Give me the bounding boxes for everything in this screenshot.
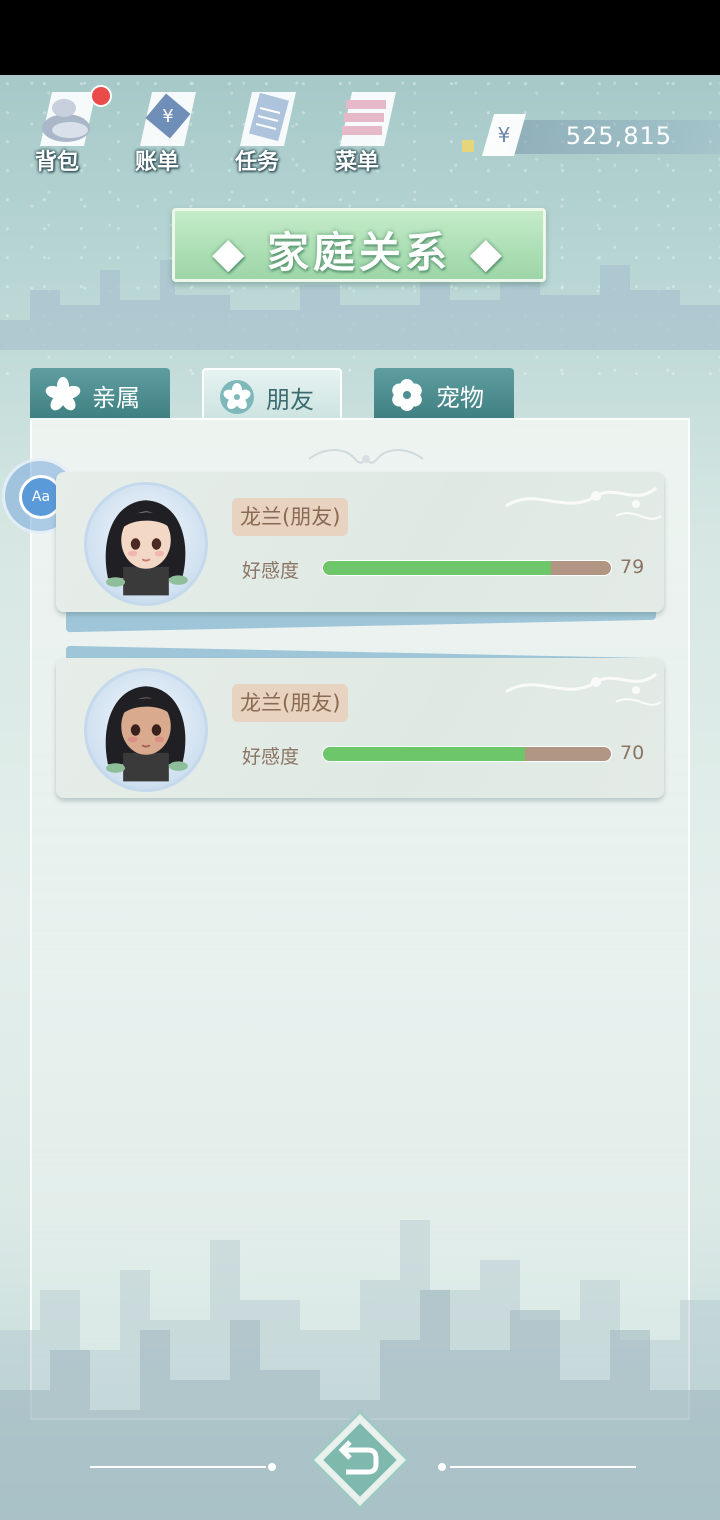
girl-avatar-icon <box>105 686 188 782</box>
yen-icon: ¥ <box>482 114 526 156</box>
tab-friends[interactable]: 朋友 <box>202 368 342 420</box>
decorative-line <box>90 1463 276 1471</box>
favor-value: 70 <box>620 742 645 764</box>
nav-backpack-label: 背包 <box>34 150 79 175</box>
avatar <box>84 482 208 606</box>
svg-text:¥: ¥ <box>162 106 173 127</box>
sakura-icon <box>45 377 81 411</box>
floral-decoration <box>505 672 662 706</box>
nav-menu-label: 菜单 <box>334 150 379 175</box>
back-button[interactable] <box>308 1408 412 1512</box>
status-bar <box>0 0 720 75</box>
flower-icon <box>392 379 422 411</box>
money-display: ¥ 525,815 <box>460 110 720 170</box>
favor-label: 好感度 <box>242 560 300 582</box>
coin-marker <box>462 140 474 152</box>
notification-dot <box>90 85 112 107</box>
tab-friends-label: 朋友 <box>266 386 314 414</box>
favor-bar <box>322 746 612 762</box>
money-value: 525,815 <box>565 122 672 150</box>
decorative-line <box>438 1463 636 1471</box>
tab-relatives-label: 亲属 <box>92 384 140 412</box>
page-title-banner: ◆ 家庭关系 ◆ <box>172 208 546 282</box>
ornament-divider <box>308 449 424 464</box>
flower-icon <box>220 380 254 414</box>
favor-bar <box>322 560 612 576</box>
friend-name: 龙兰(朋友) <box>232 498 349 536</box>
tab-pets-label: 宠物 <box>436 384 484 412</box>
favor-label: 好感度 <box>242 746 300 768</box>
girl-avatar-icon <box>105 500 188 596</box>
friend-card[interactable]: 龙兰(朋友) 好感度 79 <box>56 472 664 633</box>
task-icon <box>240 92 296 146</box>
tab-relatives[interactable]: 亲属 <box>30 368 170 420</box>
floral-decoration <box>505 486 662 520</box>
friend-card[interactable]: 龙兰(朋友) 好感度 70 <box>56 645 664 799</box>
favor-bar-fill <box>323 561 551 575</box>
page-title: ◆ 家庭关系 ◆ <box>212 228 506 277</box>
back-arrow-icon <box>309 1409 411 1511</box>
menu-icon <box>340 92 396 146</box>
nav-bill-button[interactable]: ¥ 账单 <box>120 82 210 182</box>
nav-menu-button[interactable]: 菜单 <box>320 82 410 182</box>
friend-name: 龙兰(朋友) <box>232 684 349 722</box>
nav-task-label: 任务 <box>234 150 279 175</box>
favor-bar-fill <box>323 747 525 761</box>
page-title-text: 家庭关系 <box>266 228 451 277</box>
tab-pets[interactable]: 宠物 <box>374 368 514 420</box>
favor-value: 79 <box>620 556 645 578</box>
avatar <box>84 668 208 792</box>
nav-bill-label: 账单 <box>134 150 179 175</box>
svg-text:¥: ¥ <box>498 123 511 147</box>
nav-task-button[interactable]: 任务 <box>220 82 310 182</box>
bill-icon: ¥ <box>140 92 196 146</box>
